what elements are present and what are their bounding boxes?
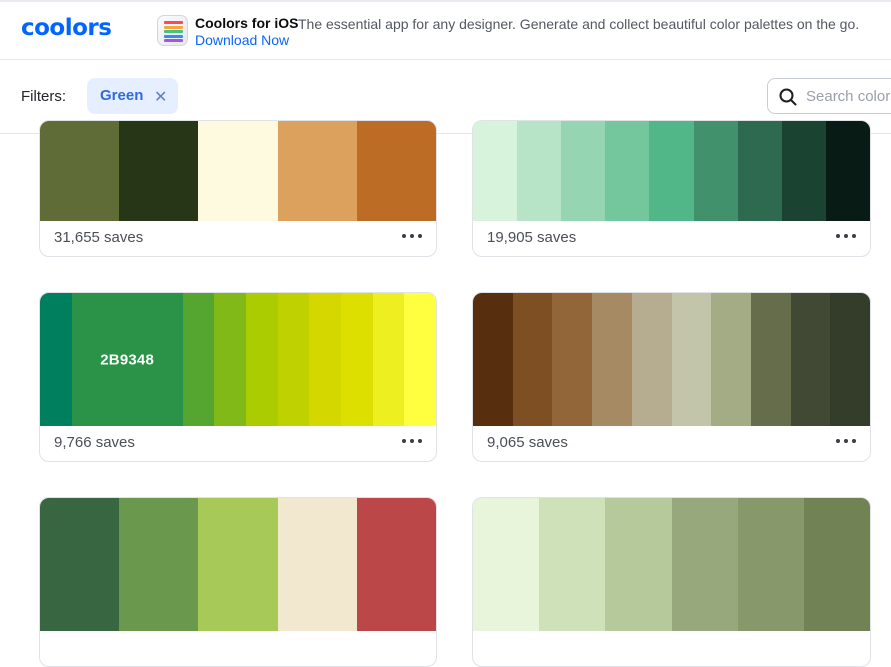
more-options-icon[interactable] xyxy=(836,234,856,240)
color-swatch[interactable] xyxy=(356,121,436,221)
color-swatch[interactable] xyxy=(737,121,782,221)
palette-swatches[interactable] xyxy=(473,121,870,221)
more-options-icon[interactable] xyxy=(836,439,856,445)
filters-label: Filters: xyxy=(21,88,66,105)
app-icon-stripe xyxy=(164,30,183,33)
color-swatch[interactable] xyxy=(277,121,357,221)
color-swatch[interactable] xyxy=(830,293,870,426)
color-swatch[interactable] xyxy=(182,293,215,426)
color-swatch[interactable] xyxy=(214,293,246,426)
palette-swatches[interactable] xyxy=(473,293,870,426)
palette-card-footer: 9,065 saves xyxy=(473,425,870,461)
color-swatch[interactable] xyxy=(356,498,436,631)
color-swatch[interactable] xyxy=(404,293,436,426)
more-options-icon[interactable] xyxy=(402,234,422,240)
app-icon-stripe xyxy=(164,25,183,29)
saves-count[interactable]: 31,655 saves xyxy=(54,229,143,246)
palette-card[interactable]: 2B9348 9,766 saves xyxy=(39,292,437,462)
promo-description: The essential app for any designer. Gene… xyxy=(298,16,860,32)
app-icon-stripe xyxy=(164,34,183,38)
color-swatch[interactable] xyxy=(245,293,278,426)
color-swatch[interactable] xyxy=(517,121,562,221)
color-swatch[interactable] xyxy=(592,293,632,426)
swatch-hex-label: 2B9348 xyxy=(100,351,154,368)
color-swatch[interactable] xyxy=(473,121,518,221)
app-icon-stripe xyxy=(164,21,183,24)
palette-card-footer: 9,766 saves xyxy=(40,425,436,461)
color-swatch[interactable] xyxy=(750,293,791,426)
color-swatch[interactable] xyxy=(198,498,278,631)
color-swatch[interactable] xyxy=(825,121,870,221)
palette-card[interactable]: 19,905 saves xyxy=(472,120,871,257)
promo-title: Coolors for iOS xyxy=(195,15,299,31)
color-swatch[interactable] xyxy=(277,498,357,631)
palette-card[interactable]: 31,655 saves xyxy=(39,120,437,257)
palette-swatches[interactable] xyxy=(40,121,436,221)
color-swatch[interactable] xyxy=(671,293,712,426)
color-swatch[interactable] xyxy=(693,121,738,221)
color-swatch[interactable] xyxy=(737,498,804,631)
coolors-app-icon[interactable] xyxy=(157,15,188,46)
color-swatch[interactable] xyxy=(781,121,826,221)
palette-card[interactable]: 9,065 saves xyxy=(472,292,871,462)
color-swatch[interactable] xyxy=(512,293,553,426)
color-swatch[interactable] xyxy=(473,293,513,426)
promo-banner: coolors Coolors for iOS The essential ap… xyxy=(0,2,891,59)
color-swatch[interactable] xyxy=(309,293,341,426)
color-swatch[interactable] xyxy=(372,293,405,426)
palette-swatches[interactable] xyxy=(40,498,436,631)
palette-card-footer: 19,905 saves xyxy=(473,220,870,256)
color-swatch[interactable] xyxy=(631,293,672,426)
search-input[interactable] xyxy=(806,86,891,106)
filter-chip-green[interactable]: Green ✕ xyxy=(87,78,178,114)
color-swatch[interactable] xyxy=(803,498,870,631)
search-icon xyxy=(779,88,797,106)
saves-count[interactable]: 19,905 saves xyxy=(487,229,576,246)
color-swatch[interactable] xyxy=(40,121,120,221)
download-now-link[interactable]: Download Now xyxy=(195,32,289,48)
color-swatch[interactable] xyxy=(539,498,606,631)
palette-card-footer: 31,655 saves xyxy=(40,220,436,256)
color-swatch[interactable] xyxy=(790,293,831,426)
search-box[interactable] xyxy=(767,78,891,114)
color-swatch[interactable] xyxy=(119,121,199,221)
palette-card[interactable] xyxy=(39,497,437,667)
palette-swatches[interactable] xyxy=(473,498,870,631)
app-icon-stripe xyxy=(164,39,183,42)
filter-chip-label: Green xyxy=(100,87,144,104)
saves-count[interactable]: 9,065 saves xyxy=(487,434,568,451)
color-swatch[interactable] xyxy=(671,498,738,631)
coolors-logo[interactable]: coolors xyxy=(21,15,112,41)
color-swatch[interactable] xyxy=(561,121,606,221)
close-icon[interactable]: ✕ xyxy=(154,87,167,107)
more-options-icon[interactable] xyxy=(402,439,422,445)
color-swatch[interactable] xyxy=(341,293,373,426)
color-swatch[interactable] xyxy=(40,498,120,631)
color-swatch[interactable] xyxy=(277,293,310,426)
saves-count[interactable]: 9,766 saves xyxy=(54,434,135,451)
color-swatch[interactable] xyxy=(552,293,593,426)
color-swatch[interactable]: 2B9348 xyxy=(71,293,183,426)
color-swatch[interactable] xyxy=(198,121,278,221)
color-swatch[interactable] xyxy=(711,293,751,426)
color-swatch[interactable] xyxy=(40,293,72,426)
color-swatch[interactable] xyxy=(649,121,694,221)
color-swatch[interactable] xyxy=(119,498,199,631)
color-swatch[interactable] xyxy=(605,121,650,221)
palette-swatches[interactable]: 2B9348 xyxy=(40,293,436,426)
color-swatch[interactable] xyxy=(605,498,672,631)
color-swatch[interactable] xyxy=(473,498,540,631)
palette-card[interactable] xyxy=(472,497,871,667)
